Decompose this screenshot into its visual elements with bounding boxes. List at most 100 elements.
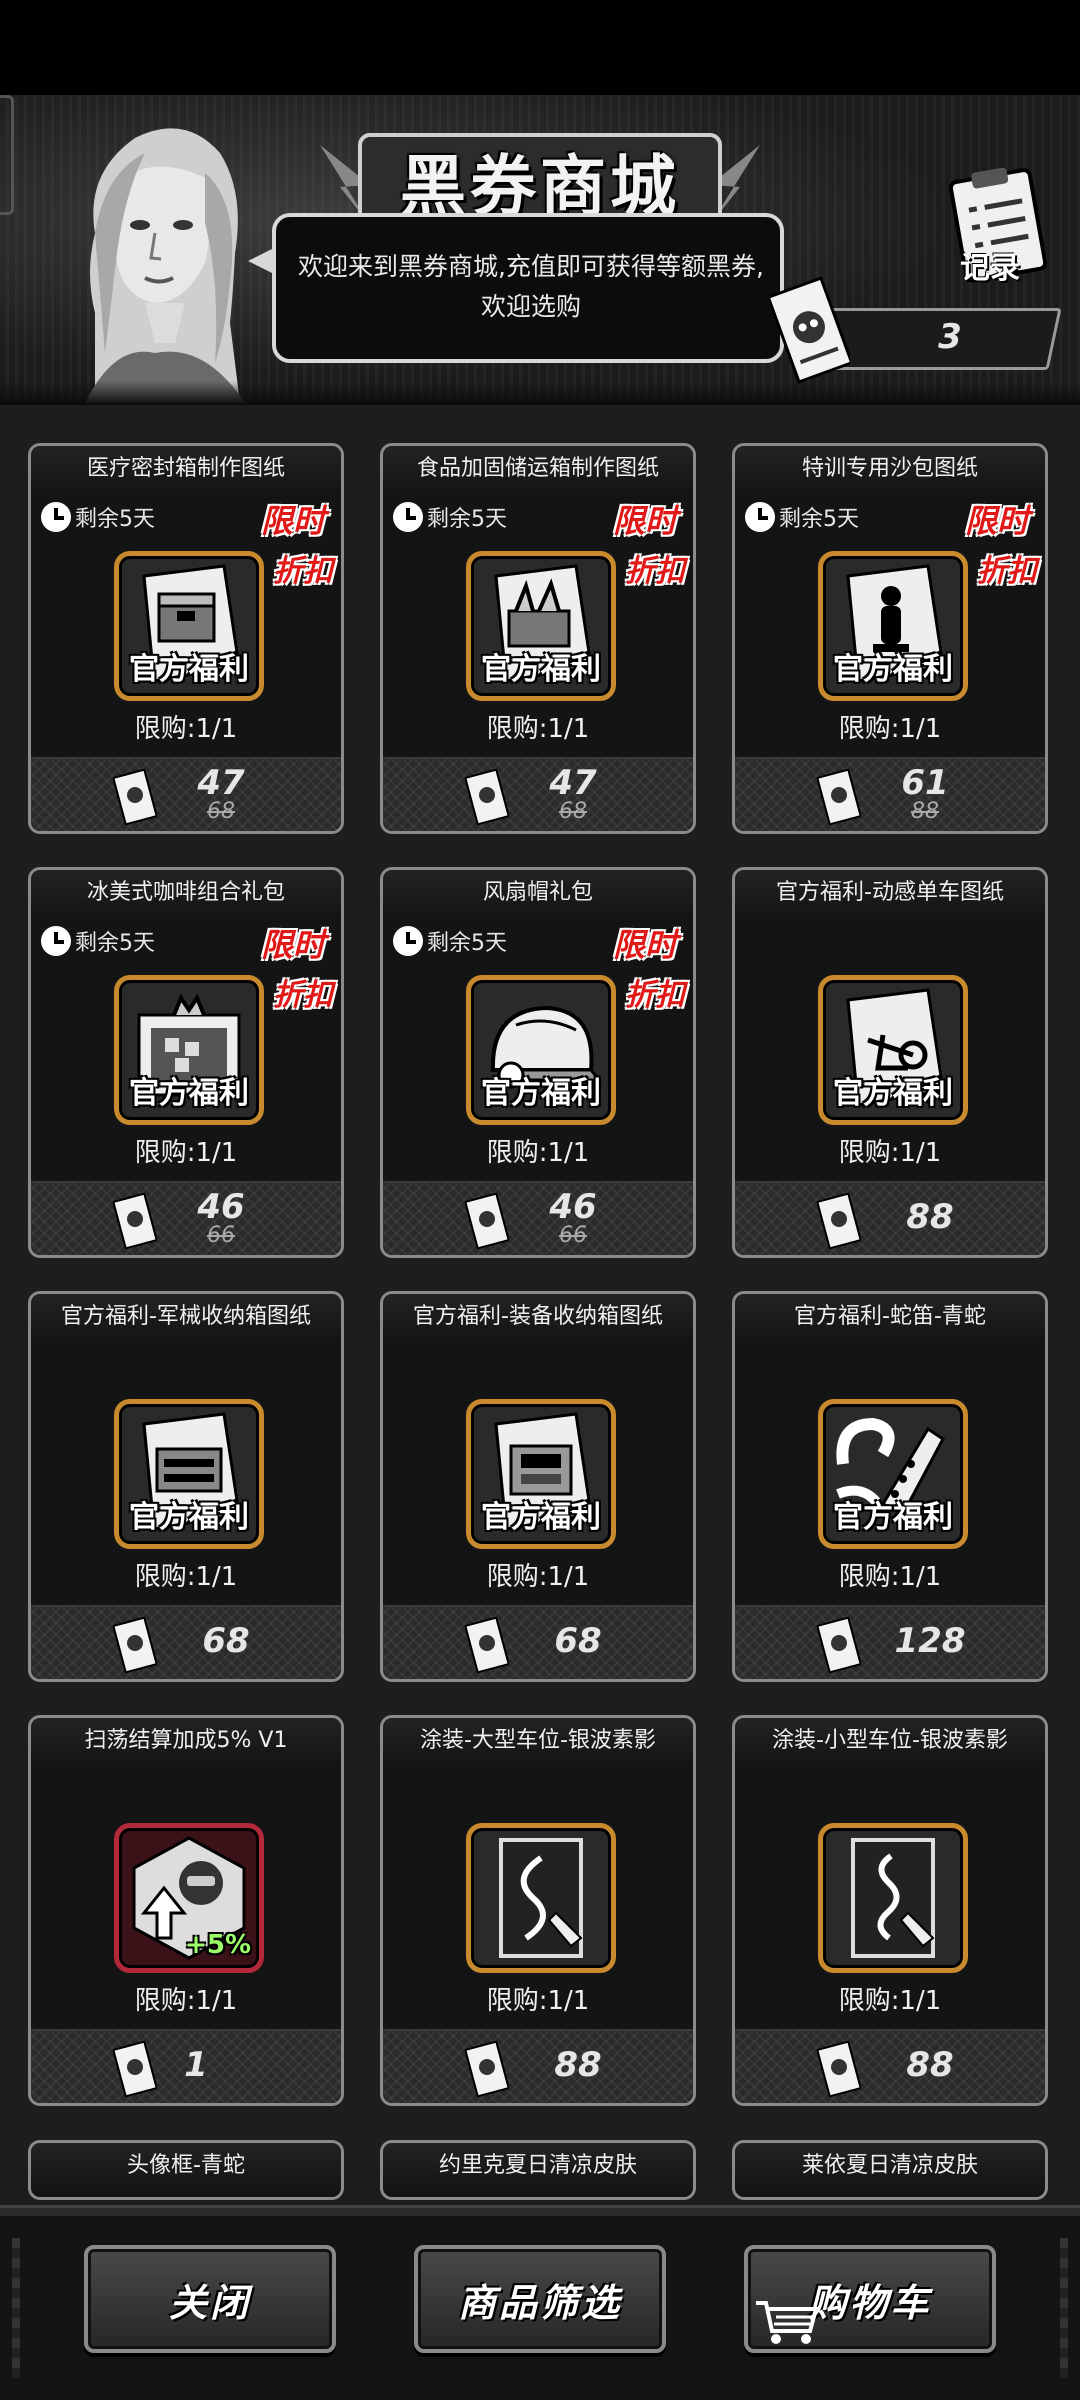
official-welfare-badge: 官方福利 [129, 1500, 249, 1535]
price: 68 [554, 1621, 602, 1661]
product-title: 头像框-青蛇 [31, 2143, 341, 2189]
cart-button[interactable]: 购物车 [744, 2245, 996, 2353]
price-bar: 68 [383, 1605, 693, 1679]
item-frame: 官方福利 [114, 975, 264, 1125]
limited-time-tag: 限时 [260, 926, 325, 964]
official-welfare-badge: 官方福利 [481, 1500, 601, 1535]
clock-icon [41, 926, 71, 956]
price: 88 [906, 1197, 954, 1237]
price-bar: 68 [31, 1605, 341, 1679]
item-frame: +5% [114, 1823, 264, 1973]
countdown-timer: 剩余5天 [41, 925, 155, 957]
product-card[interactable]: 涂装-小型车位-银波素影 限购:1/1 88 [732, 1715, 1048, 2106]
purchase-limit: 限购:1/1 [486, 1138, 590, 1168]
purchase-limit: 限购:1/1 [486, 1562, 590, 1592]
bonus-percent: +5% [185, 1930, 251, 1960]
official-welfare-badge: 官方福利 [129, 1076, 249, 1111]
price-bar: 88 [735, 2029, 1045, 2103]
product-card[interactable]: 官方福利-蛇笛-青蛇 官方福利 限购:1/1 128 [732, 1291, 1048, 1682]
side-tab-handle[interactable] [0, 95, 14, 215]
official-welfare-badge: 官方福利 [833, 1500, 953, 1535]
black-ticket-icon [465, 1617, 509, 1673]
black-ticket-icon [113, 769, 157, 825]
purchase-limit: 限购:1/1 [838, 1986, 942, 2016]
product-title: 冰美式咖啡组合礼包 [31, 870, 341, 916]
clock-icon [393, 926, 423, 956]
price: 88 [906, 2045, 954, 2085]
product-title: 官方福利-蛇笛-青蛇 [735, 1294, 1045, 1340]
product-card[interactable]: 扫荡结算加成5% V1 +5% 限购:1/1 1 [28, 1715, 344, 2106]
official-welfare-badge: 官方福利 [481, 1076, 601, 1111]
product-card[interactable]: 莱依夏日清凉皮肤 [732, 2140, 1048, 2200]
product-card[interactable]: 冰美式咖啡组合礼包 剩余5天 限时 官方福利 折扣 限购:1/1 46 66 [28, 867, 344, 1258]
original-price: 66 [559, 1223, 587, 1248]
price-bar: 47 68 [383, 757, 693, 831]
price: 88 [554, 2045, 602, 2085]
product-card[interactable]: 官方福利-军械收纳箱图纸 官方福利 限购:1/1 68 [28, 1291, 344, 1682]
price: 68 [202, 1621, 250, 1661]
price-bar: 46 66 [31, 1181, 341, 1255]
product-title: 风扇帽礼包 [383, 870, 693, 916]
product-title: 官方福利-装备收纳箱图纸 [383, 1294, 693, 1340]
purchase-limit: 限购:1/1 [134, 714, 238, 744]
purchase-limit: 限购:1/1 [134, 1986, 238, 2016]
countdown-timer: 剩余5天 [41, 501, 155, 533]
official-welfare-badge: 官方福利 [129, 652, 249, 687]
black-ticket-icon [113, 2041, 157, 2097]
discount-tag: 折扣 [625, 554, 685, 589]
clock-icon [393, 502, 423, 532]
record-label[interactable]: 记录 [960, 243, 1020, 287]
clock-icon [41, 502, 71, 532]
black-ticket-icon [817, 1193, 861, 1249]
product-card[interactable]: 官方福利-动感单车图纸 官方福利 限购:1/1 88 [732, 867, 1048, 1258]
product-card[interactable]: 头像框-青蛇 [28, 2140, 344, 2200]
product-card[interactable]: 特训专用沙包图纸 剩余5天 限时 官方福利 折扣 限购:1/1 61 88 [732, 443, 1048, 834]
paint-card-small-icon [851, 1838, 935, 1958]
item-frame [818, 1823, 968, 1973]
paint-card-large-icon [499, 1838, 583, 1958]
official-welfare-badge: 官方福利 [481, 652, 601, 687]
product-card[interactable]: 官方福利-装备收纳箱图纸 官方福利 限购:1/1 68 [380, 1291, 696, 1682]
product-card[interactable]: 医疗密封箱制作图纸 剩余5天 限时 官方福利 折扣 限购:1/1 47 68 [28, 443, 344, 834]
item-frame: 官方福利 [114, 551, 264, 701]
filter-button[interactable]: 商品筛选 [414, 2245, 666, 2353]
bottom-action-bar: 关闭 商品筛选 购物车 [0, 2205, 1080, 2400]
product-card[interactable]: 约里克夏日清凉皮肤 [380, 2140, 696, 2200]
purchase-limit: 限购:1/1 [486, 714, 590, 744]
price-bar: 46 66 [383, 1181, 693, 1255]
original-price: 68 [559, 799, 587, 824]
item-frame: 官方福利 [818, 551, 968, 701]
sale-price: 46 [549, 1187, 597, 1227]
product-card[interactable]: 风扇帽礼包 剩余5天 限时 官方福利 折扣 限购:1/1 46 66 [380, 867, 696, 1258]
purchase-limit: 限购:1/1 [134, 1562, 238, 1592]
discount-tag: 折扣 [273, 978, 333, 1013]
countdown-timer: 剩余5天 [393, 925, 507, 957]
item-frame: 官方福利 [466, 551, 616, 701]
black-ticket-icon [817, 1617, 861, 1673]
cart-button-label: 购物车 [808, 2280, 932, 2325]
welcome-speech-bubble: 欢迎来到黑券商城,充值即可获得等额黑券,欢迎选购 [248, 213, 784, 363]
black-ticket-icon [465, 1193, 509, 1249]
price-bar: 61 88 [735, 757, 1045, 831]
price-bar: 1 [31, 2029, 341, 2103]
product-grid[interactable]: 医疗密封箱制作图纸 剩余5天 限时 官方福利 折扣 限购:1/1 47 68 食… [0, 405, 1080, 2205]
product-card[interactable]: 涂装-大型车位-银波素影 限购:1/1 88 [380, 1715, 696, 2106]
original-price: 68 [207, 799, 235, 824]
product-card[interactable]: 食品加固储运箱制作图纸 剩余5天 限时 官方福利 折扣 限购:1/1 47 68 [380, 443, 696, 834]
limited-time-tag: 限时 [964, 502, 1029, 540]
item-frame [466, 1823, 616, 1973]
black-ticket-icon [113, 1617, 157, 1673]
purchase-limit: 限购:1/1 [838, 1138, 942, 1168]
timer-text: 剩余5天 [75, 931, 155, 956]
product-title: 扫荡结算加成5% V1 [31, 1718, 341, 1764]
currency-balance-value: 3 [938, 317, 962, 357]
original-price: 88 [911, 799, 939, 824]
close-button[interactable]: 关闭 [84, 2245, 336, 2353]
black-ticket-icon [817, 2041, 861, 2097]
countdown-timer: 剩余5天 [745, 501, 859, 533]
price-bar: 88 [383, 2029, 693, 2103]
purchase-limit: 限购:1/1 [486, 1986, 590, 2016]
price-bar: 88 [735, 1181, 1045, 1255]
price-bar: 128 [735, 1605, 1045, 1679]
official-welfare-badge: 官方福利 [833, 1076, 953, 1111]
